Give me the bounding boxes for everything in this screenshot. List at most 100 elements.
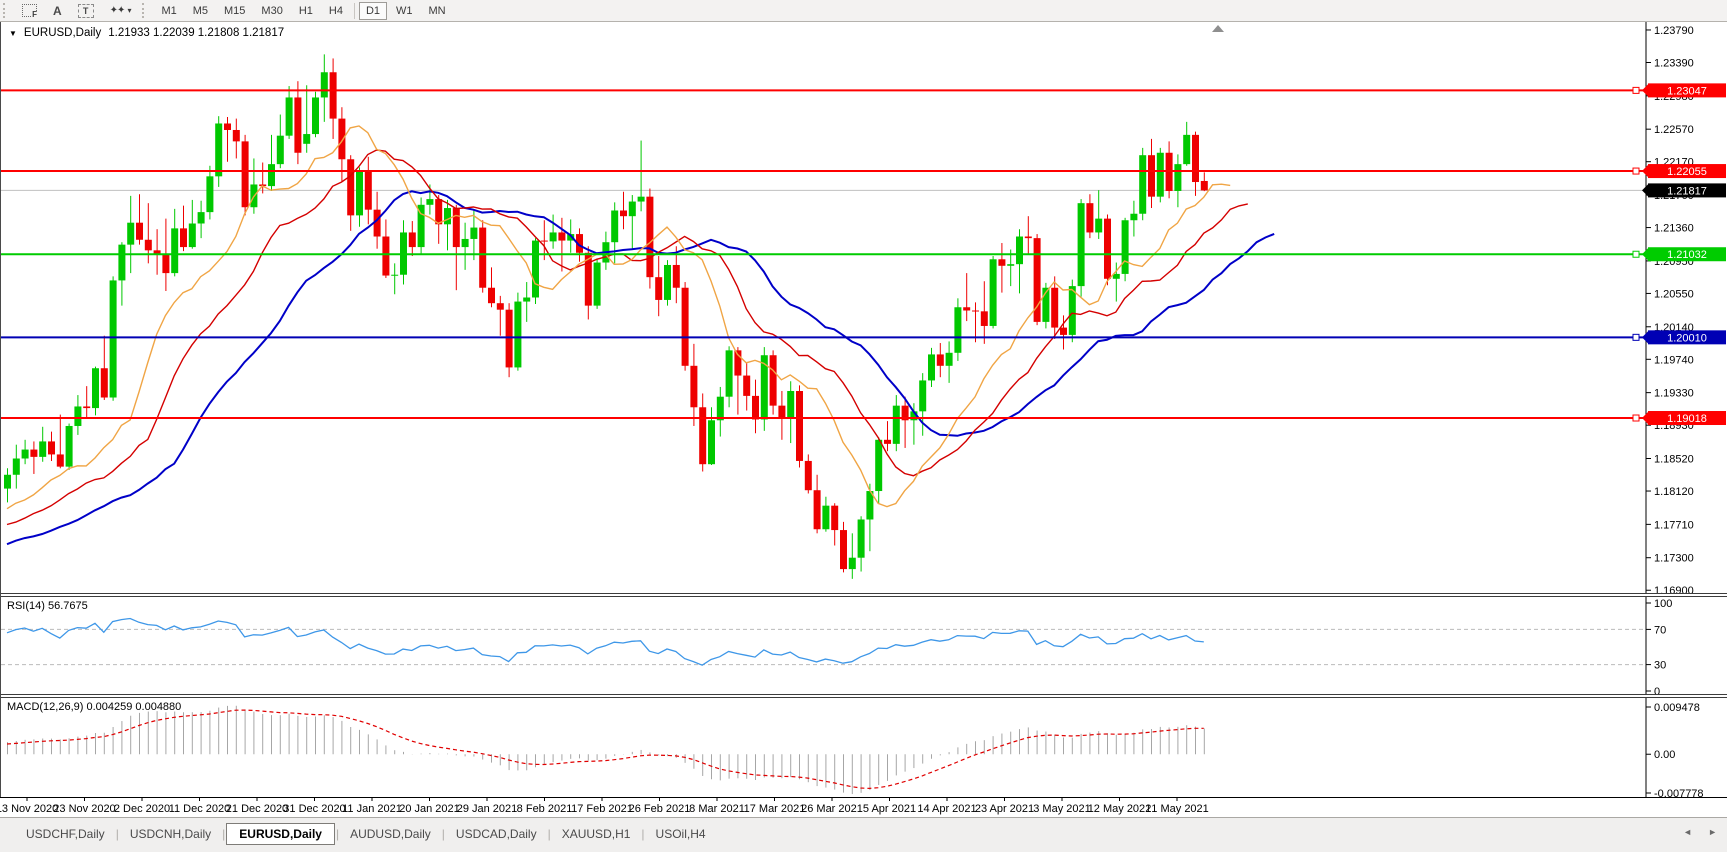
line-handle[interactable] — [1632, 86, 1640, 94]
candle-body — [127, 222, 135, 245]
candle-body — [21, 449, 29, 459]
candle-body — [972, 310, 979, 312]
candle-body — [1077, 203, 1085, 287]
candle-body — [1024, 236, 1032, 239]
candle-body — [188, 223, 196, 248]
candle-body — [892, 405, 900, 444]
candle-body — [672, 264, 680, 288]
candle-body — [778, 405, 786, 418]
candle-body — [822, 505, 830, 530]
line-handle[interactable] — [1632, 333, 1640, 341]
line-handle[interactable] — [1632, 250, 1640, 258]
timeframe-button-h1[interactable]: H1 — [292, 2, 320, 20]
chart-tab-usdcnh[interactable]: USDCNH,Daily — [120, 824, 221, 844]
candle-body — [857, 519, 865, 558]
chart-tab-eurusd[interactable]: EURUSD,Daily — [226, 823, 335, 845]
candle-body — [1104, 218, 1111, 279]
candle-body — [470, 227, 478, 239]
timeframe-button-d1[interactable]: D1 — [358, 1, 388, 20]
candle-body — [338, 118, 346, 160]
line-handle[interactable] — [1632, 414, 1640, 422]
candle-body — [980, 311, 988, 326]
fibonacci-tool-button[interactable]: F — [15, 2, 44, 20]
candle-body — [100, 368, 108, 398]
candle-body — [752, 395, 759, 420]
candle-body — [787, 391, 795, 418]
chart-tab-usdcad[interactable]: USDCAD,Daily — [446, 824, 547, 844]
date-tick-label: 23 Nov 2020 — [53, 803, 115, 815]
toolbar-separator — [353, 2, 355, 19]
macd-label: MACD(12,26,9) 0.004259 0.004880 — [7, 701, 182, 713]
candle-body — [56, 454, 64, 467]
chevron-down-icon: ▾ — [127, 6, 132, 15]
date-tick-label: 26 Feb 2021 — [629, 803, 691, 815]
date-tick-label: 23 Apr 2021 — [975, 803, 1034, 815]
text-tool-button[interactable]: A — [46, 2, 69, 20]
candle-body — [831, 505, 839, 531]
date-tick-label: 11 Jan 2021 — [342, 803, 402, 815]
chart-tab-xauusd[interactable]: XAUUSD,H1 — [552, 824, 641, 844]
label-tool-button[interactable]: T — [71, 2, 101, 20]
price-axis[interactable] — [1647, 22, 1727, 797]
candle-body — [945, 352, 953, 366]
candles-layer — [4, 54, 1208, 579]
candle-body — [452, 208, 460, 248]
candle-body — [268, 164, 275, 187]
candle-body — [92, 368, 99, 409]
candle-body — [118, 244, 126, 281]
line-handle[interactable] — [1632, 167, 1640, 175]
macd-indicator-pane[interactable]: 0.0094780.00-0.007778 — [1, 698, 1727, 797]
candle-body — [514, 301, 522, 368]
candle-body — [83, 406, 91, 409]
toolbar-grip[interactable] — [3, 3, 9, 18]
candle-body — [232, 129, 240, 142]
candle-body — [620, 210, 627, 217]
chart-tabs: USDCHF,Daily | USDCNH,Daily | EURUSD,Daily | A… — [16, 822, 716, 846]
candle-body — [391, 274, 399, 276]
date-tick-label: 5 Apr 2021 — [863, 803, 916, 815]
date-tick-label: 17 Feb 2021 — [571, 803, 633, 815]
candle-body — [329, 72, 337, 119]
toolbar-grip[interactable] — [142, 3, 148, 18]
date-tick-label: 21 May 2021 — [1145, 803, 1209, 815]
candle-body — [215, 123, 223, 177]
arrows-tool-button[interactable]: ✦✦ ▾ — [103, 2, 139, 20]
chart-tab-audusd[interactable]: AUDUSD,Daily — [340, 824, 441, 844]
timeframe-button-h4[interactable]: H4 — [322, 2, 350, 20]
candle-body — [611, 210, 619, 243]
candle-body — [435, 199, 443, 225]
candle-body — [444, 208, 451, 225]
candle-body — [1183, 134, 1191, 165]
rsi-indicator-pane[interactable]: 10070300 — [1, 597, 1727, 694]
candle-body — [197, 212, 205, 224]
timeframe-button-m5[interactable]: M5 — [186, 2, 215, 20]
candle-body — [637, 196, 645, 202]
candle-body — [364, 170, 372, 210]
timeframe-button-m30[interactable]: M30 — [254, 2, 289, 20]
candle-body — [664, 264, 671, 300]
timeframe-button-m15[interactable]: M15 — [217, 2, 252, 20]
candle-body — [303, 134, 311, 144]
candle-body — [813, 490, 821, 530]
tab-scroll-right-icon[interactable]: ► — [1708, 827, 1717, 837]
main-chart-pane[interactable]: 1.237901.233901.229801.225701.221701.217… — [1, 22, 1727, 593]
candle-body — [1200, 180, 1208, 191]
candle-body — [1007, 264, 1015, 266]
candle-body — [30, 449, 38, 457]
chart-tab-usdchf[interactable]: USDCHF,Daily — [16, 824, 115, 844]
candle-body — [224, 123, 231, 130]
timeframe-button-w1[interactable]: W1 — [389, 2, 420, 20]
tab-scroll-left-icon[interactable]: ◄ — [1683, 827, 1692, 837]
macd-histogram-layer — [7, 705, 1205, 795]
chart-tab-usoil[interactable]: USOil,H4 — [646, 824, 716, 844]
candle-body — [312, 97, 319, 135]
time-axis[interactable]: 13 Nov 202023 Nov 20202 Dec 202011 Dec 2… — [0, 797, 1727, 817]
timeframe-button-mn[interactable]: MN — [422, 2, 453, 20]
candle-body — [1051, 287, 1059, 328]
date-tick-label: 17 Mar 2021 — [744, 803, 806, 815]
candle-body — [963, 307, 971, 311]
candle-body — [206, 176, 214, 213]
symbol-ohlc-label: ▼ EURUSD,Daily 1.21933 1.22039 1.21808 1.2… — [9, 27, 284, 39]
candle-body — [1130, 213, 1138, 221]
timeframe-button-m1[interactable]: M1 — [154, 2, 183, 20]
